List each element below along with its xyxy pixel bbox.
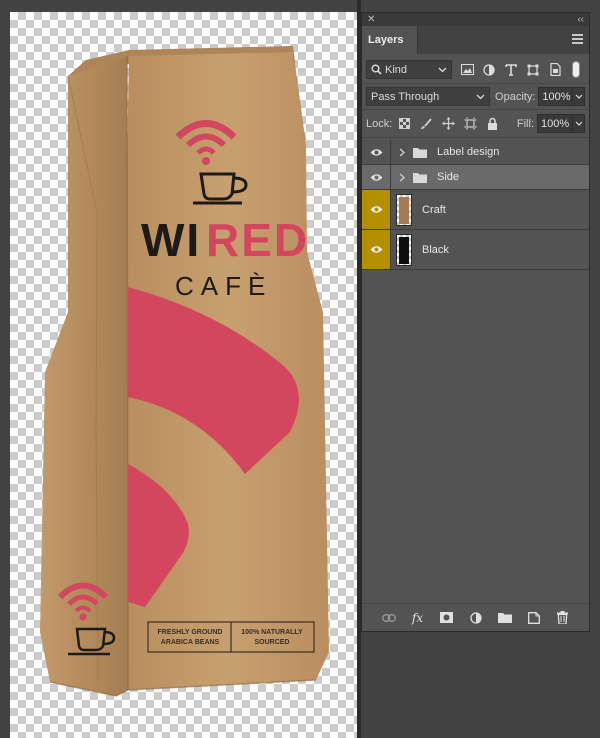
lock-transparent-pixels-icon[interactable]	[397, 117, 411, 131]
layer-name: Craft	[422, 203, 446, 216]
blend-mode-value: Pass Through	[371, 90, 440, 103]
fill-dropdown-button[interactable]	[573, 114, 585, 133]
panel-dock-empty	[361, 632, 590, 738]
chevron-down-icon	[575, 121, 582, 126]
visibility-toggle[interactable]	[362, 165, 391, 189]
new-layer-icon[interactable]	[527, 611, 541, 625]
search-icon	[371, 64, 382, 75]
lock-all-icon[interactable]	[485, 117, 499, 131]
visibility-toggle[interactable]	[362, 230, 391, 269]
eye-icon	[370, 148, 382, 156]
blend-row: Pass Through Opacity: 100%	[362, 84, 589, 110]
filter-row: Kind	[362, 54, 589, 84]
fill-input[interactable]: 100%	[537, 114, 573, 133]
fill-label: Fill:	[516, 117, 534, 130]
eye-icon	[370, 173, 382, 181]
shape-filter-icon[interactable]	[526, 63, 540, 77]
blend-mode-select[interactable]: Pass Through	[366, 87, 491, 106]
chevron-down-icon	[575, 94, 583, 99]
new-group-icon[interactable]	[497, 611, 512, 625]
layer-name: Black	[422, 243, 449, 256]
filter-kind-select[interactable]: Kind	[366, 60, 452, 79]
layer-group-label-design[interactable]: Label design	[362, 140, 589, 165]
left-margin	[0, 0, 10, 738]
link-layers-icon[interactable]	[381, 611, 396, 625]
adjustment-layer-icon[interactable]	[469, 611, 483, 625]
chevron-right-icon[interactable]	[397, 148, 407, 157]
visibility-toggle[interactable]	[362, 190, 391, 229]
trash-icon[interactable]	[556, 611, 570, 625]
chevron-down-icon	[476, 94, 485, 99]
layer-black[interactable]: Black	[362, 230, 589, 270]
close-icon[interactable]: ✕	[367, 14, 375, 25]
layer-group-side[interactable]: Side	[362, 165, 589, 190]
chevron-right-icon[interactable]	[397, 173, 407, 182]
lock-position-icon[interactable]	[441, 117, 455, 131]
opacity-dropdown-button[interactable]	[573, 87, 585, 106]
brand-sub: CAFÈ	[175, 271, 272, 301]
tab-layers[interactable]: Layers	[362, 26, 419, 54]
eye-icon	[370, 206, 382, 213]
layer-thumbnail	[396, 193, 412, 226]
smart-object-filter-icon[interactable]	[548, 63, 562, 77]
layers-panel: ✕ ‹‹ Layers Kind Pass Through Opacity: 1…	[361, 12, 590, 632]
folder-icon	[413, 147, 427, 158]
svg-text:100% NATURALLY: 100% NATURALLY	[241, 629, 303, 636]
filter-toggle[interactable]	[572, 61, 580, 78]
fx-icon[interactable]: fx	[411, 611, 425, 625]
folder-icon	[413, 172, 427, 183]
hamburger-menu-icon[interactable]	[572, 34, 583, 44]
layers-list: Label design Side Craft Black	[362, 140, 589, 270]
panel-footer: fx	[362, 603, 589, 631]
lock-image-pixels-icon[interactable]	[419, 117, 433, 131]
panel-tab-row: Layers	[362, 26, 589, 54]
lock-artboard-icon[interactable]	[463, 117, 477, 131]
opacity-input[interactable]: 100%	[538, 87, 574, 106]
svg-text:ARABICA BEANS: ARABICA BEANS	[161, 639, 220, 646]
brand-red: RED	[206, 214, 309, 266]
chevron-down-icon	[438, 67, 447, 72]
layer-thumbnail	[396, 233, 412, 266]
visibility-toggle[interactable]	[362, 140, 391, 164]
adjustment-filter-icon[interactable]	[482, 63, 496, 77]
eye-icon	[370, 246, 382, 253]
filter-kind-label: Kind	[385, 63, 408, 76]
double-chevron-left-icon[interactable]: ‹‹	[577, 14, 584, 25]
document-canvas[interactable]: WI RED CAFÈ FRESHLY GROUND ARABICA BEANS…	[10, 12, 357, 738]
layer-name: Side	[437, 171, 460, 183]
lock-row: Lock: Fill: 100%	[362, 110, 589, 138]
lock-label: Lock:	[366, 117, 393, 130]
type-filter-icon[interactable]	[504, 63, 518, 77]
layer-craft[interactable]: Craft	[362, 190, 589, 230]
svg-text:FRESHLY GROUND: FRESHLY GROUND	[158, 629, 223, 636]
mask-icon[interactable]	[440, 611, 454, 625]
opacity-label: Opacity:	[495, 90, 536, 103]
layer-name: Label design	[437, 146, 500, 158]
panel-topbar: ✕ ‹‹	[362, 13, 589, 26]
coffee-bag-artwork: WI RED CAFÈ FRESHLY GROUND ARABICA BEANS…	[40, 46, 329, 697]
svg-text:SOURCED: SOURCED	[254, 639, 289, 646]
image-filter-icon[interactable]	[460, 63, 474, 77]
brand-wi: WI	[141, 214, 201, 266]
